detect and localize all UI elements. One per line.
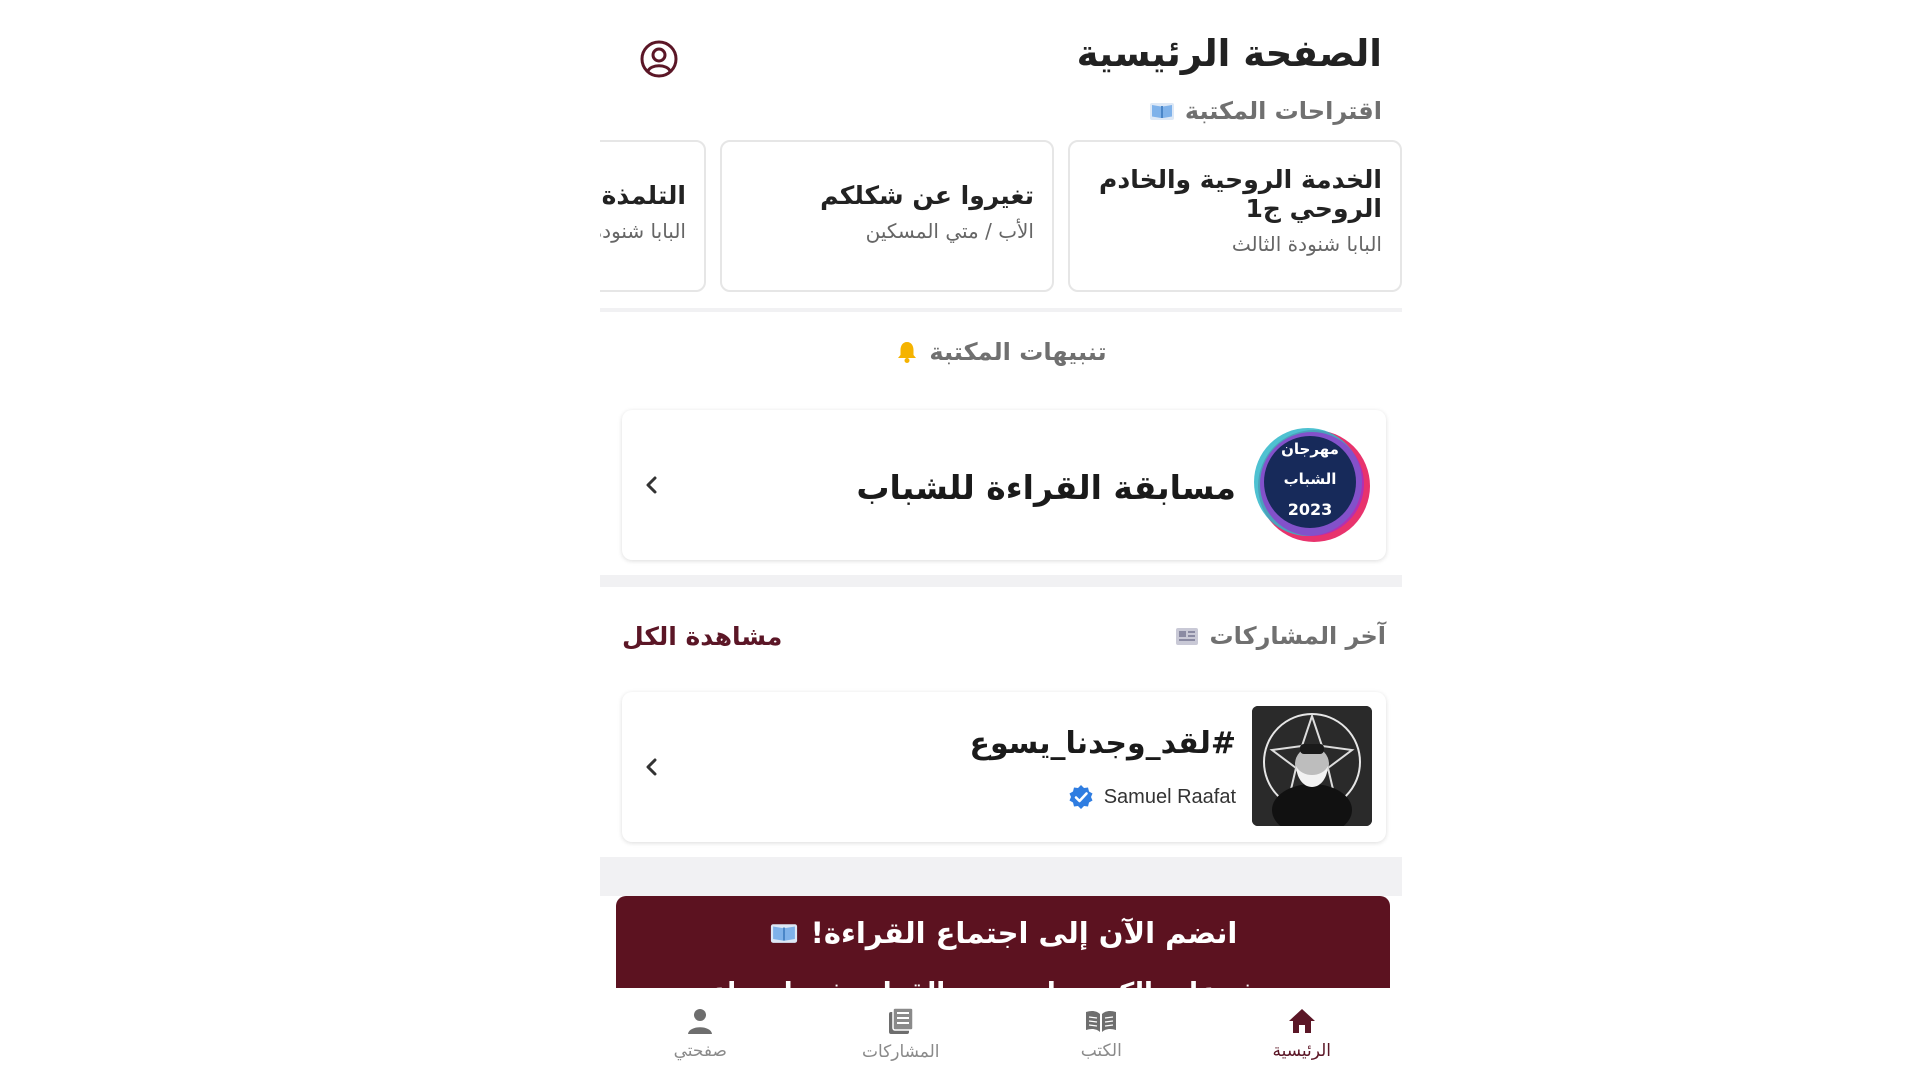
festival-badge-image: مهرجان الشباب 2023	[1252, 424, 1372, 544]
badge-line-3: 2023	[1288, 500, 1333, 519]
profile-button[interactable]	[638, 38, 680, 80]
posts-icon	[888, 1007, 914, 1034]
nav-profile-label: صفحتي	[673, 1041, 727, 1061]
nav-posts-label: المشاركات	[861, 1042, 940, 1062]
nav-posts[interactable]: المشاركات	[801, 988, 1002, 1080]
badge-line-2: الشباب	[1284, 470, 1337, 488]
nav-books[interactable]: الكتب	[1001, 988, 1202, 1080]
badge-line-1: مهرجان	[1281, 440, 1339, 458]
suggestions-carousel[interactable]: الخدمة الروحية والخادم الروحي ج1 البابا …	[600, 140, 1402, 292]
section-divider	[600, 575, 1402, 587]
post-title: #لقد_وجدنا_يسوع	[969, 726, 1236, 761]
alert-title: مسابقة القراءة للشباب	[856, 468, 1236, 507]
bottom-nav: الرئيسية الكتب المشاركات صفحتي	[600, 988, 1402, 1080]
author-name: Samuel Raafat	[1103, 785, 1236, 808]
open-book-icon	[1149, 103, 1174, 120]
posts-header: آخر المشاركات	[1174, 622, 1386, 650]
post-author: Samuel Raafat	[1068, 784, 1236, 810]
open-book-icon	[770, 924, 797, 943]
section-divider	[600, 308, 1402, 312]
book-author: الأب / متي المسكين	[865, 218, 1034, 243]
banner-title: انضم الآن إلى اجتماع القراءة!	[810, 916, 1238, 950]
book-author: البابا شنودة الثالث	[600, 218, 686, 243]
alert-card[interactable]: مهرجان الشباب 2023 مسابقة القراءة للشباب	[622, 410, 1386, 560]
suggestion-card[interactable]: الخدمة الروحية والخادم الروحي ج1 البابا …	[1068, 140, 1402, 292]
book-author: البابا شنودة الثالث	[1231, 231, 1382, 256]
book-title: تغيروا عن شكلكم	[820, 181, 1034, 210]
view-all-link[interactable]: مشاهدة الكل	[622, 622, 782, 651]
suggestions-label: اقتراحات المكتبة	[1184, 97, 1382, 125]
header: الصفحة الرئيسية	[600, 20, 1402, 92]
section-divider	[600, 857, 1402, 896]
bell-icon	[898, 342, 917, 363]
chevron-left-icon	[646, 476, 657, 494]
chevron-left-icon	[646, 758, 657, 776]
banner-title-row: انضم الآن إلى اجتماع القراءة!	[616, 916, 1390, 950]
suggestion-card[interactable]: تغيروا عن شكلكم الأب / متي المسكين	[720, 140, 1054, 292]
user-circle-icon	[640, 40, 678, 78]
posts-label: آخر المشاركات	[1209, 622, 1386, 650]
person-icon	[688, 1009, 713, 1034]
nav-home-label: الرئيسية	[1272, 1041, 1332, 1061]
book-title: التلمذة	[601, 181, 686, 210]
nav-home[interactable]: الرئيسية	[1202, 988, 1403, 1080]
post-thumbnail	[1252, 706, 1372, 826]
page-title: الصفحة الرئيسية	[1076, 32, 1382, 75]
verified-badge-icon	[1069, 785, 1093, 809]
nav-books-label: الكتب	[1080, 1041, 1122, 1061]
newspaper-icon	[1175, 628, 1198, 645]
alerts-label: تنبيهات المكتبة	[929, 338, 1107, 366]
suggestion-card[interactable]: التلمذة البابا شنودة الثالث	[600, 140, 706, 292]
app-screen: الصفحة الرئيسية اقتراحات المكتبة الخدمة …	[600, 0, 1402, 1080]
nav-profile[interactable]: صفحتي	[600, 988, 801, 1080]
home-icon	[1288, 1009, 1315, 1033]
post-card[interactable]: #لقد_وجدنا_يسوع Samuel Raafat	[622, 692, 1386, 842]
book-title: الخدمة الروحية والخادم الروحي ج1	[1099, 165, 1382, 223]
alerts-header: تنبيهات المكتبة	[600, 338, 1402, 366]
book-icon	[1086, 1010, 1117, 1032]
suggestions-header: اقتراحات المكتبة	[1149, 97, 1382, 125]
